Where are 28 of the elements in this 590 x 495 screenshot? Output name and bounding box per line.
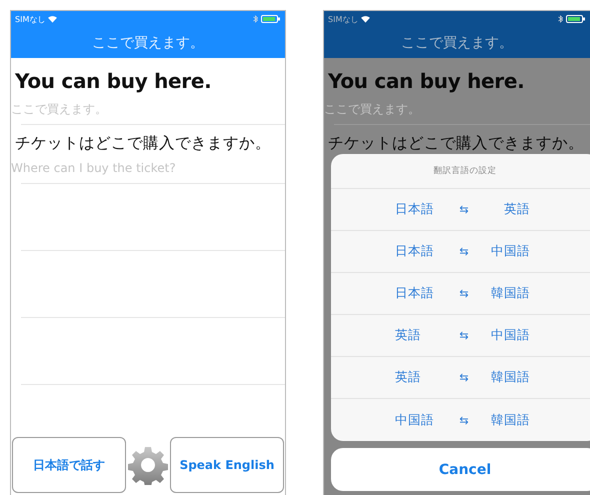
original-text: ここで買えます。 (324, 102, 420, 116)
battery-icon (566, 15, 586, 23)
bluetooth-icon (253, 15, 258, 23)
speak-button[interactable]: Speak English (170, 437, 284, 493)
phrase-text: チケットはどこで購入できますか。 (328, 134, 584, 152)
settings-icon[interactable] (128, 445, 168, 485)
phrase-text: チケットはどこで購入できますか。 (15, 134, 271, 152)
speak-button[interactable]: 日本語で話す (12, 437, 126, 493)
language-pair-option[interactable]: 英語 ⇆ 中国語 (331, 315, 590, 357)
bluetooth-icon (558, 15, 563, 23)
language-pair-option[interactable]: 日本語 ⇆ 英語 (331, 189, 590, 231)
translated-text: You can buy here. (15, 69, 212, 93)
carrier-label: SIMなし (328, 14, 358, 24)
language-pair-option[interactable]: 中国語 ⇆ 韓国語 (331, 399, 590, 441)
language-pair-option[interactable]: 日本語 ⇆ 韓国語 (331, 273, 590, 315)
screen-title: ここで買えます。 (401, 34, 513, 52)
wifi-icon (361, 16, 370, 22)
original-text: ここで買えます。 (11, 102, 107, 116)
wifi-icon (48, 16, 58, 22)
language-pair-option[interactable]: 日本語 ⇆ 中国語 (331, 231, 590, 273)
language-pair-option[interactable]: 英語 ⇆ 韓国語 (331, 357, 590, 399)
translated-text: You can buy here. (328, 69, 524, 93)
original-text: Where can I buy the ticket? (11, 161, 176, 175)
cancel-button[interactable]: Cancel (331, 448, 590, 491)
screen-title: ここで買えます。 (92, 34, 204, 52)
battery-icon (261, 15, 281, 23)
carrier-label: SIMなし (15, 14, 46, 24)
sheet-title: 翻訳言語の設定 (434, 165, 496, 177)
